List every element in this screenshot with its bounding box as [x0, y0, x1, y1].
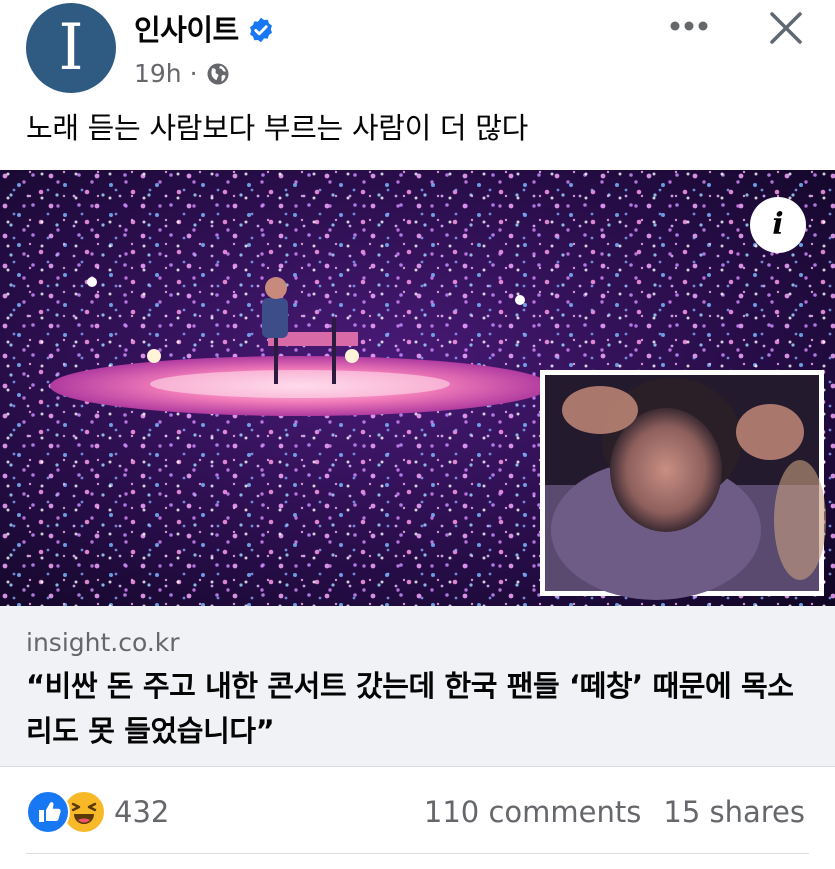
- reactions-count: 432: [114, 795, 170, 829]
- verified-badge-icon: [249, 17, 272, 43]
- meta-separator: ·: [189, 59, 198, 88]
- like-reaction-icon: [26, 790, 70, 834]
- shares-count[interactable]: 15 shares: [663, 795, 805, 829]
- divider: [26, 853, 809, 854]
- post-text: 노래 듣는 사람보다 부르는 사람이 더 많다: [26, 111, 528, 145]
- comments-count[interactable]: 110 comments: [424, 795, 641, 829]
- link-preview-card[interactable]: insight.co.kr “비싼 돈 주고 내한 콘서트 갔는데 한국 팬들 …: [0, 606, 835, 767]
- page-name[interactable]: 인사이트: [134, 12, 239, 48]
- link-domain: insight.co.kr: [26, 628, 180, 657]
- close-icon[interactable]: [766, 8, 806, 48]
- link-headline: “비싼 돈 주고 내한 콘서트 갔는데 한국 팬들 ‘떼창’ 때문에 목소리도 …: [26, 669, 794, 748]
- reactions-summary[interactable]: 432: [26, 790, 169, 834]
- page-avatar[interactable]: I: [26, 3, 116, 93]
- post-header: I 인사이트 19h · 노래 듣는 사람보다 부르는 사람이 더 많다: [0, 0, 835, 170]
- post-meta: 19h ·: [134, 58, 230, 90]
- post-image[interactable]: [0, 170, 835, 606]
- post-time[interactable]: 19h: [134, 58, 182, 90]
- more-options-icon[interactable]: [668, 14, 710, 38]
- concert-photo: [0, 170, 835, 606]
- info-icon[interactable]: i: [750, 197, 806, 253]
- engagement-counts: 110 comments 15 shares: [424, 790, 805, 834]
- page-name-row: 인사이트: [134, 12, 275, 48]
- globe-icon: [207, 63, 229, 85]
